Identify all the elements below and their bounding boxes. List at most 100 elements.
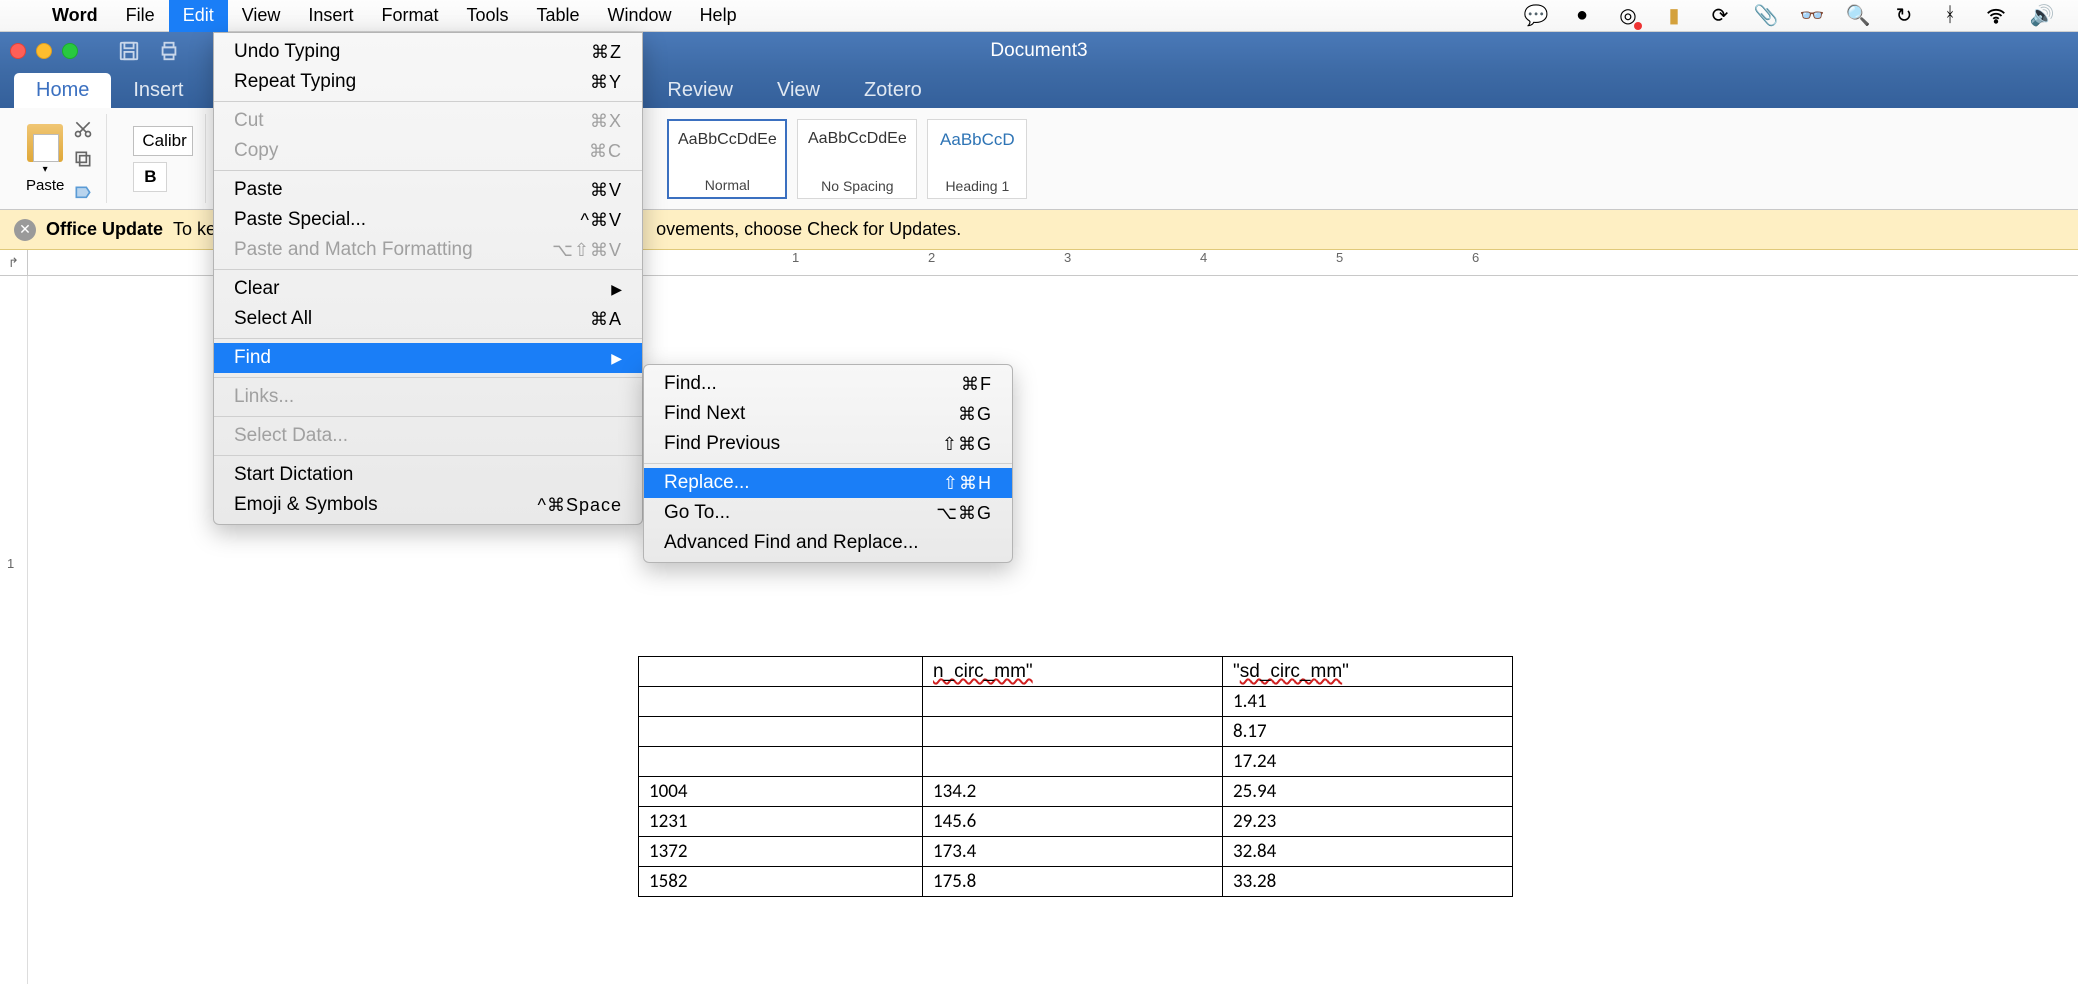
style-preview: AaBbCcDdEe [808, 130, 907, 148]
clipboard-group: ▾ Paste [14, 114, 107, 203]
ruler-mark: 4 [1200, 250, 1207, 265]
table-row[interactable]: n_circ_mm" "sd_circ_mm" [639, 657, 1513, 687]
table-header-partial: n_circ_mm" [933, 661, 1033, 682]
style-name: Heading 1 [945, 178, 1009, 194]
tab-zotero[interactable]: Zotero [842, 73, 944, 108]
ruler-mark: 6 [1472, 250, 1479, 265]
tab-view[interactable]: View [755, 73, 842, 108]
menu-select-all[interactable]: Select All⌘A [214, 304, 642, 334]
wifi-icon[interactable] [1984, 4, 2008, 28]
table-header: "sd_circ_mm" [1233, 661, 1349, 682]
menu-file[interactable]: File [112, 0, 169, 32]
font-group: Calibr B [121, 114, 206, 203]
wechat-icon[interactable]: 💬 [1524, 4, 1548, 28]
menu-paste[interactable]: Paste⌘V [214, 175, 642, 205]
quick-access-toolbar [118, 40, 180, 62]
menu-app-name[interactable]: Word [38, 0, 112, 32]
save-icon[interactable] [118, 40, 140, 62]
copy-icon[interactable] [72, 149, 94, 169]
edit-dropdown-menu: Undo Typing⌘Z Repeat Typing⌘Y Cut⌘X Copy… [213, 32, 643, 525]
menu-clear[interactable]: Clear▶ [214, 274, 642, 304]
table-row[interactable]: 17.24 [639, 747, 1513, 777]
menu-paste-match: Paste and Match Formatting⌥⇧⌘V [214, 235, 642, 265]
menu-copy: Copy⌘C [214, 136, 642, 166]
table-row[interactable]: 8.17 [639, 717, 1513, 747]
submenu-find-next[interactable]: Find Next⌘G [644, 399, 1012, 429]
document-title: Document3 [990, 40, 1087, 62]
window-close-button[interactable] [10, 43, 26, 59]
menu-paste-special[interactable]: Paste Special...^⌘V [214, 205, 642, 235]
style-no-spacing[interactable]: AaBbCcDdEe No Spacing [797, 119, 917, 199]
paste-icon[interactable] [27, 124, 63, 162]
style-preview: AaBbCcD [940, 130, 1015, 150]
styles-group: AaBbCcDdEe Normal AaBbCcDdEe No Spacing … [655, 114, 1039, 203]
vertical-ruler[interactable]: 1 [0, 276, 28, 984]
window-controls [10, 43, 78, 59]
format-painter-icon[interactable] [72, 179, 94, 199]
submenu-replace[interactable]: Replace...⇧⌘H [644, 468, 1012, 498]
cut-icon[interactable] [72, 119, 94, 139]
update-title: Office Update [46, 219, 163, 240]
window-maximize-button[interactable] [62, 43, 78, 59]
menu-format[interactable]: Format [367, 0, 452, 32]
shield-icon[interactable]: ▮ [1662, 4, 1686, 28]
menu-tools[interactable]: Tools [452, 0, 522, 32]
menu-undo-typing[interactable]: Undo Typing⌘Z [214, 37, 642, 67]
menu-links: Links... [214, 382, 642, 412]
menu-select-data: Select Data... [214, 421, 642, 451]
table-row[interactable]: 1231145.629.23 [639, 807, 1513, 837]
table-row[interactable]: 1004134.225.94 [639, 777, 1513, 807]
submenu-advanced-find[interactable]: Advanced Find and Replace... [644, 528, 1012, 558]
mac-status-icons: 💬 ● ◎ ▮ ⟳ 📎 👓 🔍 ↻ ᚼ 🔊 [1524, 4, 2062, 28]
tab-home[interactable]: Home [14, 73, 111, 108]
data-table[interactable]: n_circ_mm" "sd_circ_mm" 1.41 8.17 17.24 … [638, 656, 1513, 897]
menu-view[interactable]: View [228, 0, 295, 32]
time-machine-icon[interactable]: ↻ [1892, 4, 1916, 28]
sync-icon[interactable]: ⟳ [1708, 4, 1732, 28]
circle-status-icon[interactable]: ◎ [1616, 4, 1640, 28]
menu-cut: Cut⌘X [214, 106, 642, 136]
font-name-select[interactable]: Calibr [133, 126, 193, 156]
menu-find[interactable]: Find▶ [214, 343, 642, 373]
spotlight-search-icon[interactable]: 🔍 [1846, 4, 1870, 28]
tab-insert[interactable]: Insert [111, 73, 205, 108]
menu-edit[interactable]: Edit [169, 0, 228, 32]
update-close-button[interactable]: ✕ [14, 219, 36, 241]
bold-button[interactable]: B [133, 162, 167, 192]
ruler-mark: 3 [1064, 250, 1071, 265]
ruler-corner-icon[interactable]: ↱ [0, 250, 28, 275]
window-minimize-button[interactable] [36, 43, 52, 59]
mac-menubar: Word File Edit View Insert Format Tools … [0, 0, 2078, 32]
style-preview: AaBbCcDdEe [678, 131, 777, 149]
submenu-find[interactable]: Find...⌘F [644, 369, 1012, 399]
table-row[interactable]: 1582175.833.28 [639, 867, 1513, 897]
black-dot-icon[interactable]: ● [1570, 4, 1594, 28]
table-row[interactable]: 1372173.432.84 [639, 837, 1513, 867]
print-icon[interactable] [158, 40, 180, 62]
table-row[interactable]: 1.41 [639, 687, 1513, 717]
paperclip-icon[interactable]: 📎 [1754, 4, 1778, 28]
update-text-left: To ke [173, 219, 216, 240]
menu-emoji-symbols[interactable]: Emoji & Symbols^⌘Space [214, 490, 642, 520]
ruler-mark: 2 [928, 250, 935, 265]
style-normal[interactable]: AaBbCcDdEe Normal [667, 119, 787, 199]
menu-repeat-typing[interactable]: Repeat Typing⌘Y [214, 67, 642, 97]
submenu-find-previous[interactable]: Find Previous⇧⌘G [644, 429, 1012, 459]
bluetooth-icon[interactable]: ᚼ [1938, 4, 1962, 28]
paste-label: Paste [26, 177, 64, 194]
menu-start-dictation[interactable]: Start Dictation [214, 460, 642, 490]
submenu-go-to[interactable]: Go To...⌥⌘G [644, 498, 1012, 528]
style-name: Normal [705, 177, 750, 193]
update-text-right: ovements, choose Check for Updates. [656, 219, 961, 240]
vruler-mark: 1 [7, 556, 14, 571]
tab-review[interactable]: Review [645, 73, 755, 108]
volume-icon[interactable]: 🔊 [2030, 4, 2054, 28]
style-heading-1[interactable]: AaBbCcD Heading 1 [927, 119, 1027, 199]
menu-window[interactable]: Window [594, 0, 686, 32]
glasses-icon[interactable]: 👓 [1800, 4, 1824, 28]
menu-insert[interactable]: Insert [294, 0, 367, 32]
menu-table[interactable]: Table [523, 0, 594, 32]
ruler-mark: 5 [1336, 250, 1343, 265]
style-name: No Spacing [821, 178, 893, 194]
menu-help[interactable]: Help [686, 0, 751, 32]
